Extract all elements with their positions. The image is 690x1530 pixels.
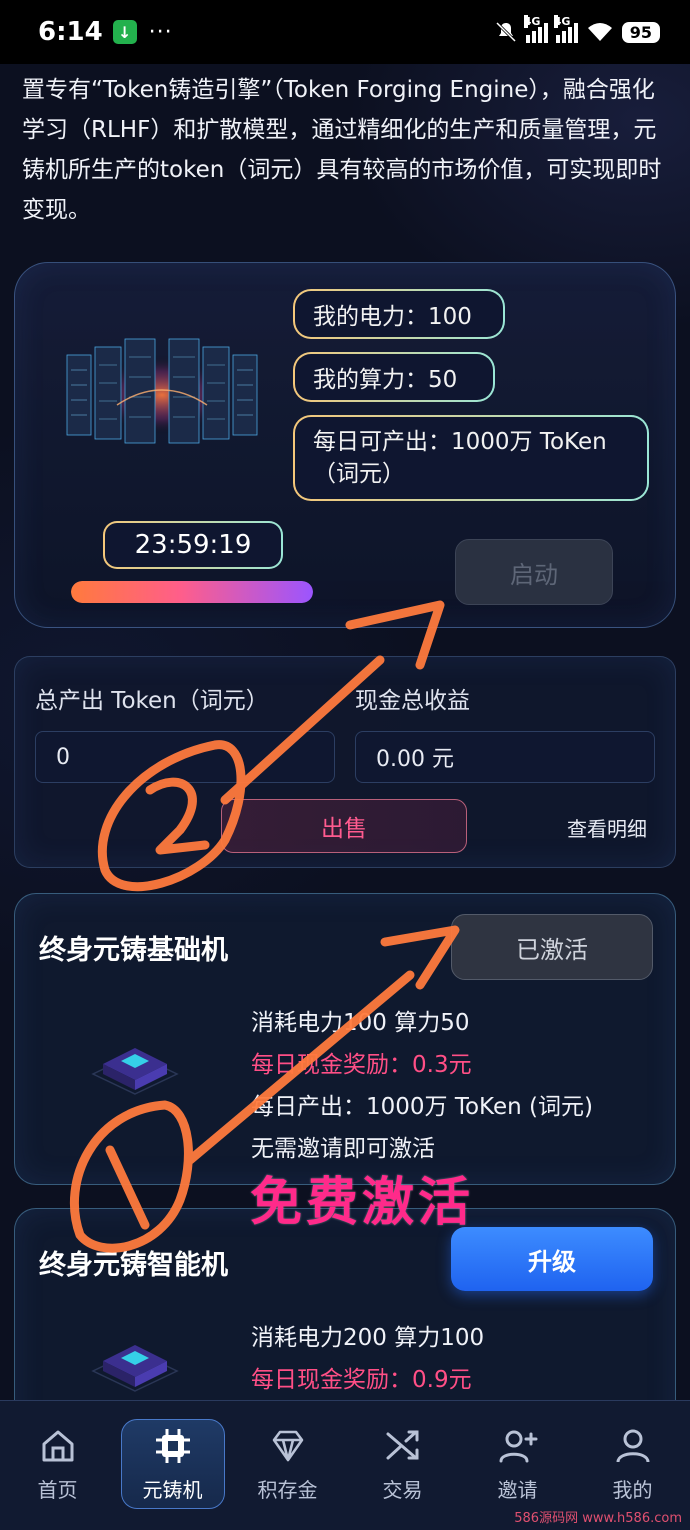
- network-type-2: 4G: [553, 15, 571, 28]
- nav-label: 积存金: [257, 1477, 318, 1502]
- shuffle-icon: [386, 1430, 418, 1459]
- daily-output-stat: 每日可产出：1000万 ToKen（词元）: [293, 415, 649, 501]
- network-type-1: 4G: [523, 15, 541, 28]
- sell-button[interactable]: 出售: [221, 799, 467, 853]
- view-details-link[interactable]: 查看明细: [567, 813, 647, 842]
- start-button[interactable]: 启动: [455, 539, 613, 605]
- more-notifications-icon: ···: [148, 19, 173, 45]
- nav-item-gold[interactable]: 积存金: [236, 1419, 340, 1509]
- status-bar: 6:14 ↓ ··· 4G 4G 95: [0, 0, 690, 64]
- nav-label: 邀请: [497, 1477, 538, 1502]
- machine-daily-output: 每日产出：1000万 ToKen (词元): [251, 1094, 593, 1120]
- nav-label: 首页: [37, 1477, 78, 1502]
- upgrade-button[interactable]: 升级: [451, 1227, 653, 1291]
- signal-icon-2: 4G: [553, 15, 578, 43]
- machine-consume: 消耗电力100 算力50: [251, 1010, 470, 1036]
- home-icon: [42, 1430, 73, 1461]
- compute-stat: 我的算力：50: [293, 352, 495, 402]
- free-activate-stamp: 免费激活: [250, 1173, 475, 1233]
- progress-fill: [71, 581, 313, 603]
- user-icon: [616, 1429, 649, 1462]
- nav-item-machine[interactable]: 元铸机: [120, 1419, 225, 1509]
- cash-total-label: 现金总收益: [355, 688, 470, 714]
- intro-text: 置专有“Token铸造引擎”（Token Forging Engine），融合强…: [22, 77, 662, 223]
- signal-icon: 4G: [523, 15, 548, 43]
- machine-details: 消耗电力200 算力100 每日现金奖励：0.9元: [251, 1317, 484, 1401]
- nav-item-mine[interactable]: 我的: [581, 1419, 685, 1509]
- battery-indicator: 95: [621, 21, 660, 43]
- wifi-icon: [587, 23, 612, 41]
- server-rack-image: [66, 338, 258, 444]
- chip-icon: [155, 1428, 190, 1463]
- power-stat: 我的电力：100: [293, 289, 505, 339]
- download-icon: ↓: [112, 20, 137, 44]
- engine-panel: 我的电力：100 我的算力：50 每日可产出：1000万 ToKen（词元） 2…: [14, 262, 676, 628]
- add-user-icon: [499, 1430, 537, 1462]
- machine-reward: 每日现金奖励：0.9元: [251, 1367, 472, 1393]
- status-time: 6:14: [38, 17, 103, 47]
- activated-button[interactable]: 已激活: [451, 914, 653, 980]
- nav-item-invite[interactable]: 邀请: [466, 1419, 570, 1509]
- diamond-icon: [272, 1430, 303, 1461]
- machine-title: 终身元铸智能机: [39, 1250, 228, 1281]
- machine-consume: 消耗电力200 算力100: [251, 1325, 485, 1351]
- nav-label: 交易: [382, 1477, 423, 1502]
- mute-icon: [495, 21, 516, 43]
- output-panel: 总产出 Token（词元） 现金总收益 0 0.00 元 出售 查看明细: [14, 656, 676, 868]
- chip-image: [91, 1345, 179, 1392]
- machine-reward: 每日现金奖励：0.3元: [251, 1052, 472, 1078]
- machine-card-basic: 终身元铸基础机 已激活 消耗电力100 算力50 每日现金奖励：0.3元 每日产…: [14, 893, 676, 1185]
- watermark: 586源码网 www.h586.com: [514, 1511, 682, 1526]
- chip-image: [91, 1048, 179, 1095]
- status-indicators: 4G 4G 95: [494, 15, 660, 44]
- nav-item-trade[interactable]: 交易: [351, 1419, 455, 1509]
- machine-details: 消耗电力100 算力50 每日现金奖励：0.3元 每日产出：1000万 ToKe…: [251, 1002, 593, 1170]
- progress-bar: [71, 581, 313, 603]
- token-total-label: 总产出 Token（词元）: [35, 688, 269, 714]
- countdown-timer: 23:59:19: [103, 521, 283, 569]
- cash-total-field: 0.00 元: [355, 731, 655, 783]
- nav-item-home[interactable]: 首页: [6, 1419, 110, 1509]
- nav-label: 我的: [612, 1477, 653, 1502]
- machine-title: 终身元铸基础机: [39, 935, 228, 966]
- token-total-field: 0: [35, 731, 335, 783]
- nav-label: 元铸机: [142, 1477, 203, 1502]
